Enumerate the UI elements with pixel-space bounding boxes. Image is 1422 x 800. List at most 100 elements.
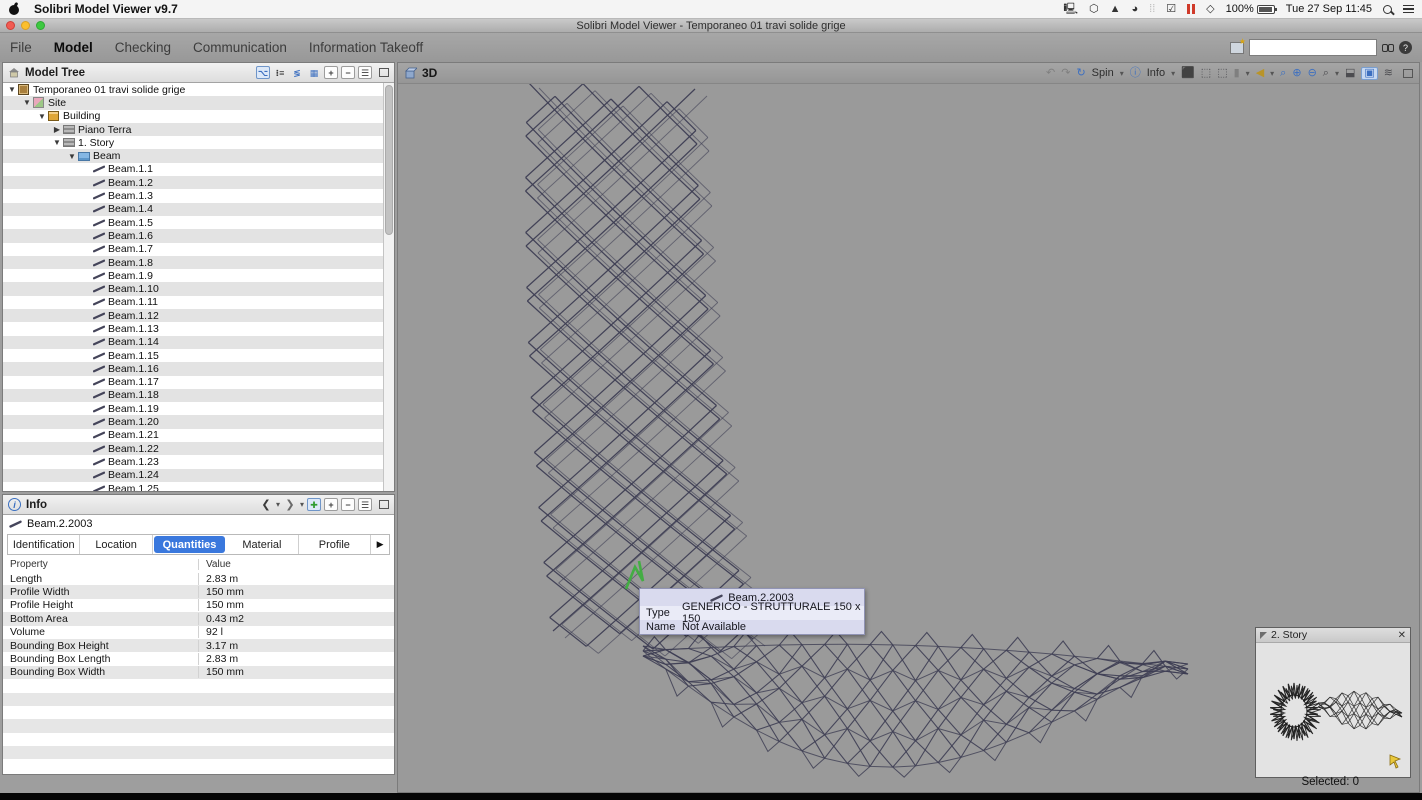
tree-arrow-icon[interactable]: ▼	[52, 138, 62, 147]
property-row[interactable]: Bounding Box Length2.83 m	[3, 652, 394, 665]
tab-profile[interactable]: Profile	[299, 535, 371, 554]
tree-arrow-icon[interactable]: ▼	[7, 85, 17, 94]
tree-view-button[interactable]: ⌥	[256, 66, 270, 79]
tree-row[interactable]: Beam.1.10	[3, 282, 383, 295]
info-mode-icon[interactable]: ⓘ	[1130, 68, 1141, 79]
spin-dropdown-icon[interactable]: ▾	[1120, 69, 1124, 78]
check-circle-icon[interactable]: ☑	[1166, 4, 1176, 15]
zoom-out-icon[interactable]: ⊖	[1308, 68, 1317, 79]
property-row[interactable]: Volume92 l	[3, 626, 394, 639]
find-binoculars-icon[interactable]	[1382, 44, 1394, 52]
tab-location[interactable]: Location	[80, 535, 152, 554]
tree-row[interactable]: Beam.1.25	[3, 482, 383, 491]
fly-dropdown-icon[interactable]: ▾	[1270, 69, 1274, 78]
menu-model[interactable]: Model	[54, 40, 93, 55]
spotlight-search-icon[interactable]	[1383, 5, 1392, 14]
report-add-button[interactable]: ✚	[307, 498, 321, 511]
tree-row[interactable]: Beam.1.14	[3, 336, 383, 349]
tree-row[interactable]: Beam.1.8	[3, 256, 383, 269]
tree-arrow-icon[interactable]: ▶	[52, 125, 62, 134]
wireframe-mode-icon[interactable]: ⬚	[1201, 68, 1211, 79]
col-property[interactable]: Property	[3, 559, 199, 570]
menu-checking[interactable]: Checking	[115, 40, 171, 55]
tree-row[interactable]: ▼Temporaneo 01 travi solide grige	[3, 83, 383, 96]
story-window-header[interactable]: 2. Story ✕	[1256, 628, 1410, 643]
expand-branch-button[interactable]: ≶	[290, 66, 304, 79]
tree-row[interactable]: Beam.1.13	[3, 322, 383, 335]
tree-row[interactable]: Beam.1.18	[3, 389, 383, 402]
tree-row[interactable]: Beam.1.9	[3, 269, 383, 282]
menu-communication[interactable]: Communication	[193, 40, 287, 55]
viewport-maximize-button[interactable]	[1403, 69, 1413, 78]
tab-identification[interactable]: Identification	[8, 535, 80, 554]
tree-row[interactable]: Beam.1.24	[3, 469, 383, 482]
expand-all-button[interactable]: +	[324, 66, 338, 79]
fold-corner-icon[interactable]	[1260, 632, 1267, 639]
tab-material[interactable]: Material	[226, 535, 298, 554]
menubar-clock[interactable]: Tue 27 Sep 11:45	[1286, 3, 1372, 15]
zoom-in-icon[interactable]: ⊕	[1292, 68, 1301, 79]
tree-row[interactable]: Beam.1.17	[3, 376, 383, 389]
swirl-icon[interactable]: ◕	[1132, 4, 1139, 15]
tab-overflow-icon[interactable]: ▶	[371, 535, 389, 554]
help-icon[interactable]: ?	[1399, 41, 1412, 54]
tree-row[interactable]: Beam.1.20	[3, 415, 383, 428]
tree-row[interactable]: Beam.1.5	[3, 216, 383, 229]
maximize-panel-button[interactable]	[379, 68, 389, 77]
menu-file[interactable]: File	[10, 40, 32, 55]
list-view-button[interactable]: ⁝≡	[273, 66, 287, 79]
tree-arrow-icon[interactable]: ▼	[67, 152, 77, 161]
property-row[interactable]: Profile Width150 mm	[3, 585, 394, 598]
tree-row[interactable]: Beam.1.21	[3, 429, 383, 442]
tree-row[interactable]: Beam.1.7	[3, 243, 383, 256]
tree-scrollbar-thumb[interactable]	[385, 85, 393, 235]
walk-dropdown-icon[interactable]: ▾	[1246, 69, 1250, 78]
dropbox-icon[interactable]: ⬡	[1089, 4, 1099, 15]
diamond-icon[interactable]: ◇	[1206, 4, 1214, 15]
solid-mode-icon[interactable]: ⬛	[1181, 68, 1195, 79]
walk-mode-icon[interactable]: ▮	[1234, 68, 1240, 79]
tree-row[interactable]: Beam.1.3	[3, 189, 383, 202]
zoom-dropdown-icon[interactable]: ▾	[1335, 69, 1339, 78]
tree-row[interactable]: Beam.1.4	[3, 203, 383, 216]
display-icon[interactable]: 🖳	[1063, 4, 1078, 15]
tree-row[interactable]: Beam.1.15	[3, 349, 383, 362]
tree-scrollbar[interactable]	[383, 83, 394, 491]
menubar-app-name[interactable]: Solibri Model Viewer v9.7	[34, 2, 178, 16]
property-row[interactable]: Length2.83 m	[3, 572, 394, 585]
hidden-line-mode-icon[interactable]: ⬚	[1217, 68, 1227, 79]
prev-selection-button[interactable]: ❮	[259, 498, 273, 511]
tree-row[interactable]: Beam.1.16	[3, 362, 383, 375]
property-row[interactable]: Bounding Box Width150 mm	[3, 666, 394, 679]
story-window-view[interactable]	[1256, 643, 1410, 777]
tree-arrow-icon[interactable]: ▼	[37, 112, 47, 121]
tree-row[interactable]: Beam.1.1	[3, 163, 383, 176]
tree-row[interactable]: Beam.1.11	[3, 296, 383, 309]
property-row[interactable]: Bottom Area0.43 m2	[3, 612, 394, 625]
property-row[interactable]: Profile Height150 mm	[3, 599, 394, 612]
tree-row[interactable]: ▼Site	[3, 96, 383, 109]
tree-row[interactable]: ▼Building	[3, 110, 383, 123]
viewport-body[interactable]: Beam.2.2003 Type GENERICO - STRUTTURALE …	[398, 84, 1419, 792]
apple-icon[interactable]	[8, 2, 20, 16]
expand-level-button[interactable]: ☰	[358, 66, 372, 79]
clip-box-icon[interactable]: ⬓	[1345, 68, 1355, 79]
tree-row[interactable]: Beam.1.22	[3, 442, 383, 455]
battery-indicator[interactable]: 100%	[1226, 3, 1275, 15]
next-dropdown-icon[interactable]: ▾	[300, 500, 304, 509]
spin-label[interactable]: Spin	[1092, 67, 1114, 79]
zoom-tool-icon[interactable]: ⌕	[1323, 68, 1329, 79]
tree-row[interactable]: Beam.1.19	[3, 402, 383, 415]
info-mode-label[interactable]: Info	[1147, 67, 1165, 79]
pause-icon[interactable]	[1187, 4, 1195, 14]
close-icon[interactable]: ✕	[1398, 630, 1406, 641]
info-maximize-button[interactable]	[379, 500, 389, 509]
info-dropdown-icon[interactable]: ▾	[1171, 69, 1175, 78]
col-value[interactable]: Value	[199, 559, 231, 570]
tree-row[interactable]: ▼Beam	[3, 149, 383, 162]
new-view-icon[interactable]	[1230, 42, 1244, 54]
tree-row[interactable]: Beam.1.2	[3, 176, 383, 189]
fly-mode-icon[interactable]: ◀	[1256, 68, 1264, 79]
property-row[interactable]: Bounding Box Height3.17 m	[3, 639, 394, 652]
viewports-icon[interactable]: ▣	[1361, 67, 1377, 80]
